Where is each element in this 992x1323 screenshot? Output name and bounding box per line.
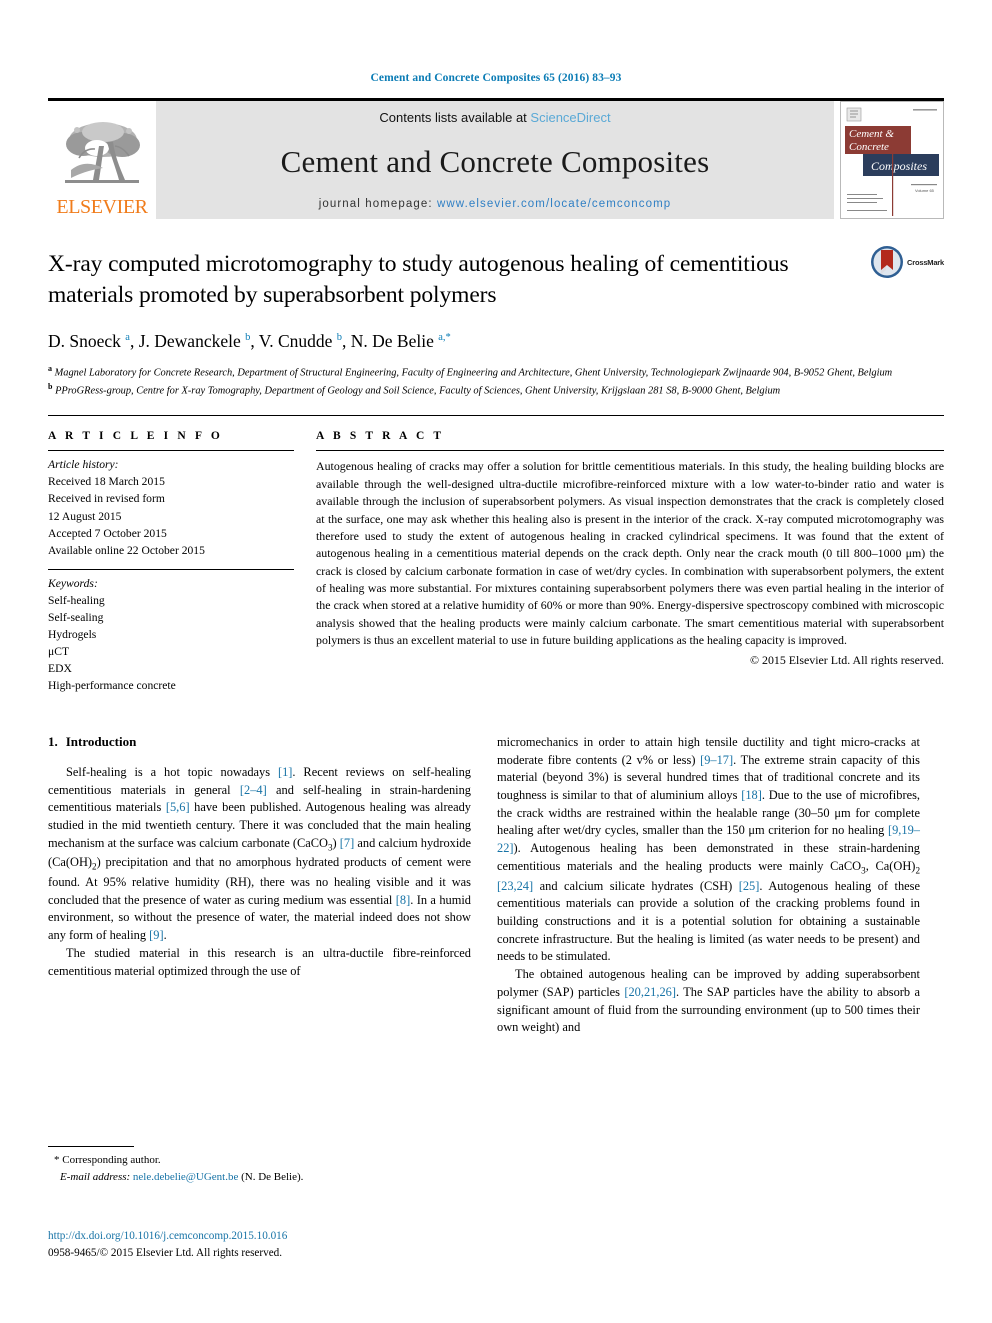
history-item: Received in revised form: [48, 492, 165, 506]
elsevier-tree-icon: [65, 122, 140, 183]
body-column-right: micromechanics in order to attain high t…: [497, 734, 920, 1037]
body-column-left: 1. Introduction Self-healing is a hot top…: [48, 734, 471, 1037]
article-info-heading: A R T I C L E I N F O: [48, 430, 223, 443]
paragraph: The obtained autogenous healing can be i…: [497, 967, 920, 1035]
keyword-item: Self-healing: [48, 593, 105, 607]
body-columns: 1. Introduction Self-healing is a hot top…: [48, 734, 944, 1037]
footnote-corresponding: * Corresponding author.: [48, 1152, 471, 1169]
author-list: D. Snoeck a, J. Dewanckele b, V. Cnudde …: [48, 330, 451, 351]
journal-band: Contents lists available at ScienceDirec…: [156, 101, 834, 219]
keyword-item: Hydrogels: [48, 627, 97, 641]
article-info-column: A R T I C L E I N F O Article history: R…: [48, 430, 294, 693]
keywords-label: Keywords:: [48, 576, 98, 590]
affiliation-b-text: PProGRess-group, Centre for X-ray Tomogr…: [55, 385, 781, 397]
email-link[interactable]: nele.debelie@UGent.be: [133, 1171, 238, 1183]
svg-text:Composites: Composites: [871, 159, 927, 173]
abstract-column: A B S T R A C T Autogenous healing of cr…: [294, 430, 944, 693]
svg-text:Cement &: Cement &: [849, 128, 894, 140]
affiliation-a-text: Magnel Laboratory for Concrete Research,…: [54, 367, 893, 379]
section-heading-introduction: 1. Introduction: [48, 734, 471, 750]
keyword-item: High-performance concrete: [48, 678, 176, 692]
title-block: CrossMark X-ray computed microtomography…: [48, 246, 944, 399]
keyword-item: EDX: [48, 661, 72, 675]
elsevier-logo: ELSEVIER: [48, 101, 156, 219]
journal-homepage-line: journal homepage: www.elsevier.com/locat…: [319, 198, 672, 210]
history-item: Received 18 March 2015: [48, 475, 165, 489]
affiliation-a: a Magnel Laboratory for Concrete Researc…: [48, 364, 893, 379]
journal-masthead: ELSEVIER Contents lists available at Sci…: [48, 98, 944, 219]
journal-article-page: Cement and Concrete Composites 65 (2016)…: [0, 0, 992, 1323]
journal-title: Cement and Concrete Composites: [280, 144, 710, 179]
section-title: Introduction: [65, 733, 137, 749]
email-suffix: (N. De Belie).: [241, 1170, 304, 1183]
running-head: Cement and Concrete Composites 65 (2016)…: [370, 72, 622, 84]
affiliation-b: b PProGRess-group, Centre for X-ray Tomo…: [48, 382, 781, 397]
page-title: X-ray computed microtomography to study …: [48, 251, 789, 309]
homepage-prefix: journal homepage:: [318, 198, 437, 210]
footnote-email: E-mail address: nele.debelie@UGent.be (N…: [48, 1169, 471, 1186]
svg-text:Concrete: Concrete: [849, 141, 889, 153]
info-abstract-row: A R T I C L E I N F O Article history: R…: [48, 415, 944, 693]
affiliation-list: a Magnel Laboratory for Concrete Researc…: [48, 363, 944, 399]
article-history-label: Article history:: [48, 458, 119, 472]
abstract-heading: A B S T R A C T: [316, 430, 445, 443]
journal-cover-image: Cement & Concrete Composites Volume 65: [841, 102, 943, 218]
history-item: 12 August 2015: [48, 509, 122, 523]
asterisk-icon: *: [54, 1154, 60, 1166]
paragraph: The studied material in this research is…: [48, 945, 471, 978]
crossmark-label: CrossMark: [907, 257, 944, 267]
keyword-item: Self-sealing: [48, 610, 104, 624]
doi-link[interactable]: http://dx.doi.org/10.1016/j.cemconcomp.2…: [48, 1228, 498, 1245]
issn-copyright-line: 0958-9465/© 2015 Elsevier Ltd. All right…: [48, 1246, 283, 1259]
article-history: Article history: Received 18 March 2015 …: [48, 451, 294, 568]
doi-block: http://dx.doi.org/10.1016/j.cemconcomp.2…: [48, 1228, 498, 1262]
abstract-text: Autogenous healing of cracks may offer a…: [316, 459, 944, 648]
elsevier-wordmark: ELSEVIER: [56, 196, 148, 218]
journal-cover-thumbnail: Cement & Concrete Composites Volume 65: [840, 101, 944, 219]
contents-line: Contents lists available at ScienceDirec…: [379, 110, 610, 125]
contents-prefix: Contents lists available at: [379, 110, 531, 125]
sciencedirect-link[interactable]: ScienceDirect: [530, 110, 610, 125]
paragraph: Self-healing is a hot topic nowadays [1]…: [48, 764, 472, 943]
email-label: E-mail address:: [60, 1170, 131, 1183]
history-item: Accepted 7 October 2015: [48, 526, 167, 540]
footnote-rule: [48, 1146, 134, 1147]
abstract-copyright: © 2015 Elsevier Ltd. All rights reserved…: [750, 652, 944, 667]
keyword-item: μCT: [48, 644, 70, 658]
crossmark-badge[interactable]: CrossMark: [870, 245, 944, 279]
crossmark-icon: [871, 246, 904, 278]
footnote-corresponding-text: Corresponding author.: [62, 1154, 161, 1166]
section-number: 1.: [48, 733, 58, 749]
journal-homepage-link[interactable]: www.elsevier.com/locate/cemconcomp: [437, 198, 671, 210]
keywords-block: Keywords: Self-healing Self-sealing Hydr…: [48, 570, 294, 694]
history-item: Available online 22 October 2015: [48, 543, 205, 557]
corresponding-author-footnote: * Corresponding author. E-mail address: …: [48, 1146, 471, 1185]
svg-text:Volume 65: Volume 65: [915, 188, 935, 193]
paragraph: micromechanics in order to attain high t…: [497, 734, 921, 964]
